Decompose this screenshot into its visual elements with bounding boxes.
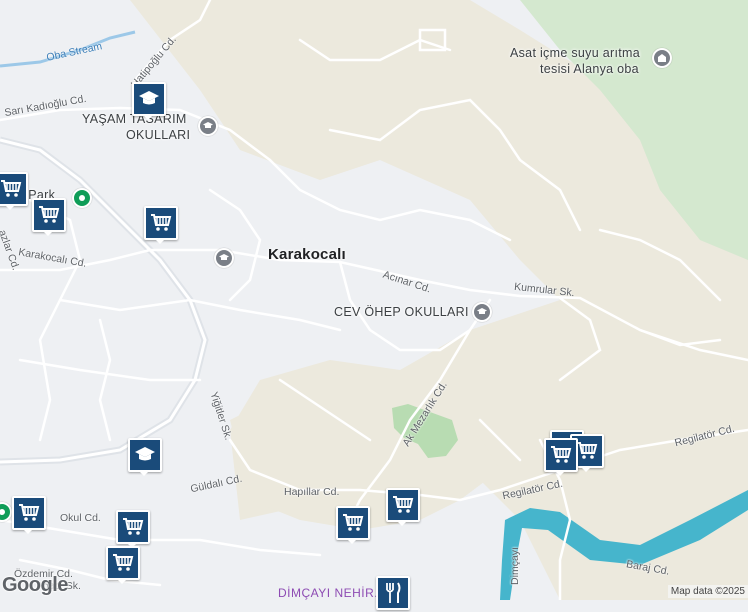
yasam-school-label-line2: OKULLARI xyxy=(126,128,191,142)
pin-tail xyxy=(116,578,128,584)
cev-school-label: CEV ÖHEP OKULLARI xyxy=(334,305,469,319)
pin-box xyxy=(376,576,410,610)
pin-box xyxy=(144,206,178,240)
shopping-cart-icon xyxy=(19,504,40,521)
fork-knife-icon xyxy=(386,582,401,603)
pin-tail xyxy=(154,238,166,244)
park-pin[interactable] xyxy=(72,188,92,208)
pin-tail xyxy=(138,470,150,476)
pin-tail xyxy=(142,114,154,120)
shop-pin-6[interactable] xyxy=(12,496,48,534)
pin-box xyxy=(106,546,140,580)
shop-pin-1[interactable] xyxy=(0,172,30,210)
pin-box xyxy=(0,172,28,206)
school-pin-south[interactable] xyxy=(128,438,164,476)
pin-tail xyxy=(42,230,54,236)
pin-tail xyxy=(22,528,34,534)
shop-pin-4[interactable] xyxy=(386,488,422,526)
shop-pin-8[interactable] xyxy=(106,546,142,584)
asat-facility-pin[interactable] xyxy=(652,48,672,68)
cev-school-pin[interactable] xyxy=(472,302,492,322)
graduation-cap-icon xyxy=(219,254,229,260)
graduation-cap-icon xyxy=(477,308,487,314)
restaurant-pin[interactable] xyxy=(376,576,412,612)
shopping-cart-icon xyxy=(151,214,172,231)
school-pin-yasam[interactable] xyxy=(132,82,168,120)
karakocali-school-pin[interactable] xyxy=(214,248,234,268)
hapillar-street-label: Hapıllar Cd. xyxy=(284,486,340,498)
asat-facility-label-line2: tesisi Alanya oba xyxy=(540,62,639,76)
pin-tail xyxy=(4,204,16,210)
graduation-cap-icon xyxy=(203,122,213,128)
pin-box xyxy=(336,506,370,540)
asat-facility-label-line1: Asat içme suyu arıtma xyxy=(510,46,640,60)
pin-box xyxy=(544,438,578,472)
google-logo: Google xyxy=(2,574,68,596)
graduation-cap-icon xyxy=(139,91,159,105)
park-icon xyxy=(79,195,85,201)
pin-tail xyxy=(346,538,358,544)
shopping-cart-icon xyxy=(39,206,60,223)
shop-pin-5[interactable] xyxy=(336,506,372,544)
pin-box xyxy=(32,198,66,232)
map-data-credit[interactable]: Map data ©2025 xyxy=(667,585,748,598)
dimcayi-street-label: Dimçayı xyxy=(508,547,521,585)
shopping-cart-icon xyxy=(113,554,134,571)
shopping-cart-icon xyxy=(343,514,364,531)
shopping-cart-icon xyxy=(1,180,22,197)
shopping-cart-icon xyxy=(393,496,414,513)
shopping-cart-icon xyxy=(551,446,572,463)
shop-pin-7[interactable] xyxy=(116,510,152,548)
pin-box xyxy=(132,82,166,116)
map-canvas[interactable] xyxy=(0,0,748,600)
pin-box xyxy=(386,488,420,522)
shopping-cart-icon xyxy=(123,518,144,535)
park-icon xyxy=(0,509,5,515)
pin-box xyxy=(116,510,150,544)
pin-box xyxy=(12,496,46,530)
pin-tail xyxy=(554,470,566,476)
building-icon xyxy=(658,54,666,62)
shop-pin-2[interactable] xyxy=(32,198,68,236)
shop-pin-3[interactable] xyxy=(144,206,180,244)
karakocali-place-label: Karakocalı xyxy=(268,246,346,263)
dimcayi-facility-label: DİMÇAYI NEHİR... xyxy=(278,586,386,600)
shop-pin-11[interactable] xyxy=(544,438,580,476)
okul-street-label: Okul Cd. xyxy=(60,512,101,524)
pin-box xyxy=(128,438,162,472)
graduation-cap-icon xyxy=(135,447,155,461)
pin-tail xyxy=(396,520,408,526)
yasam-school-pin[interactable] xyxy=(198,116,218,136)
pin-tail xyxy=(580,466,592,472)
